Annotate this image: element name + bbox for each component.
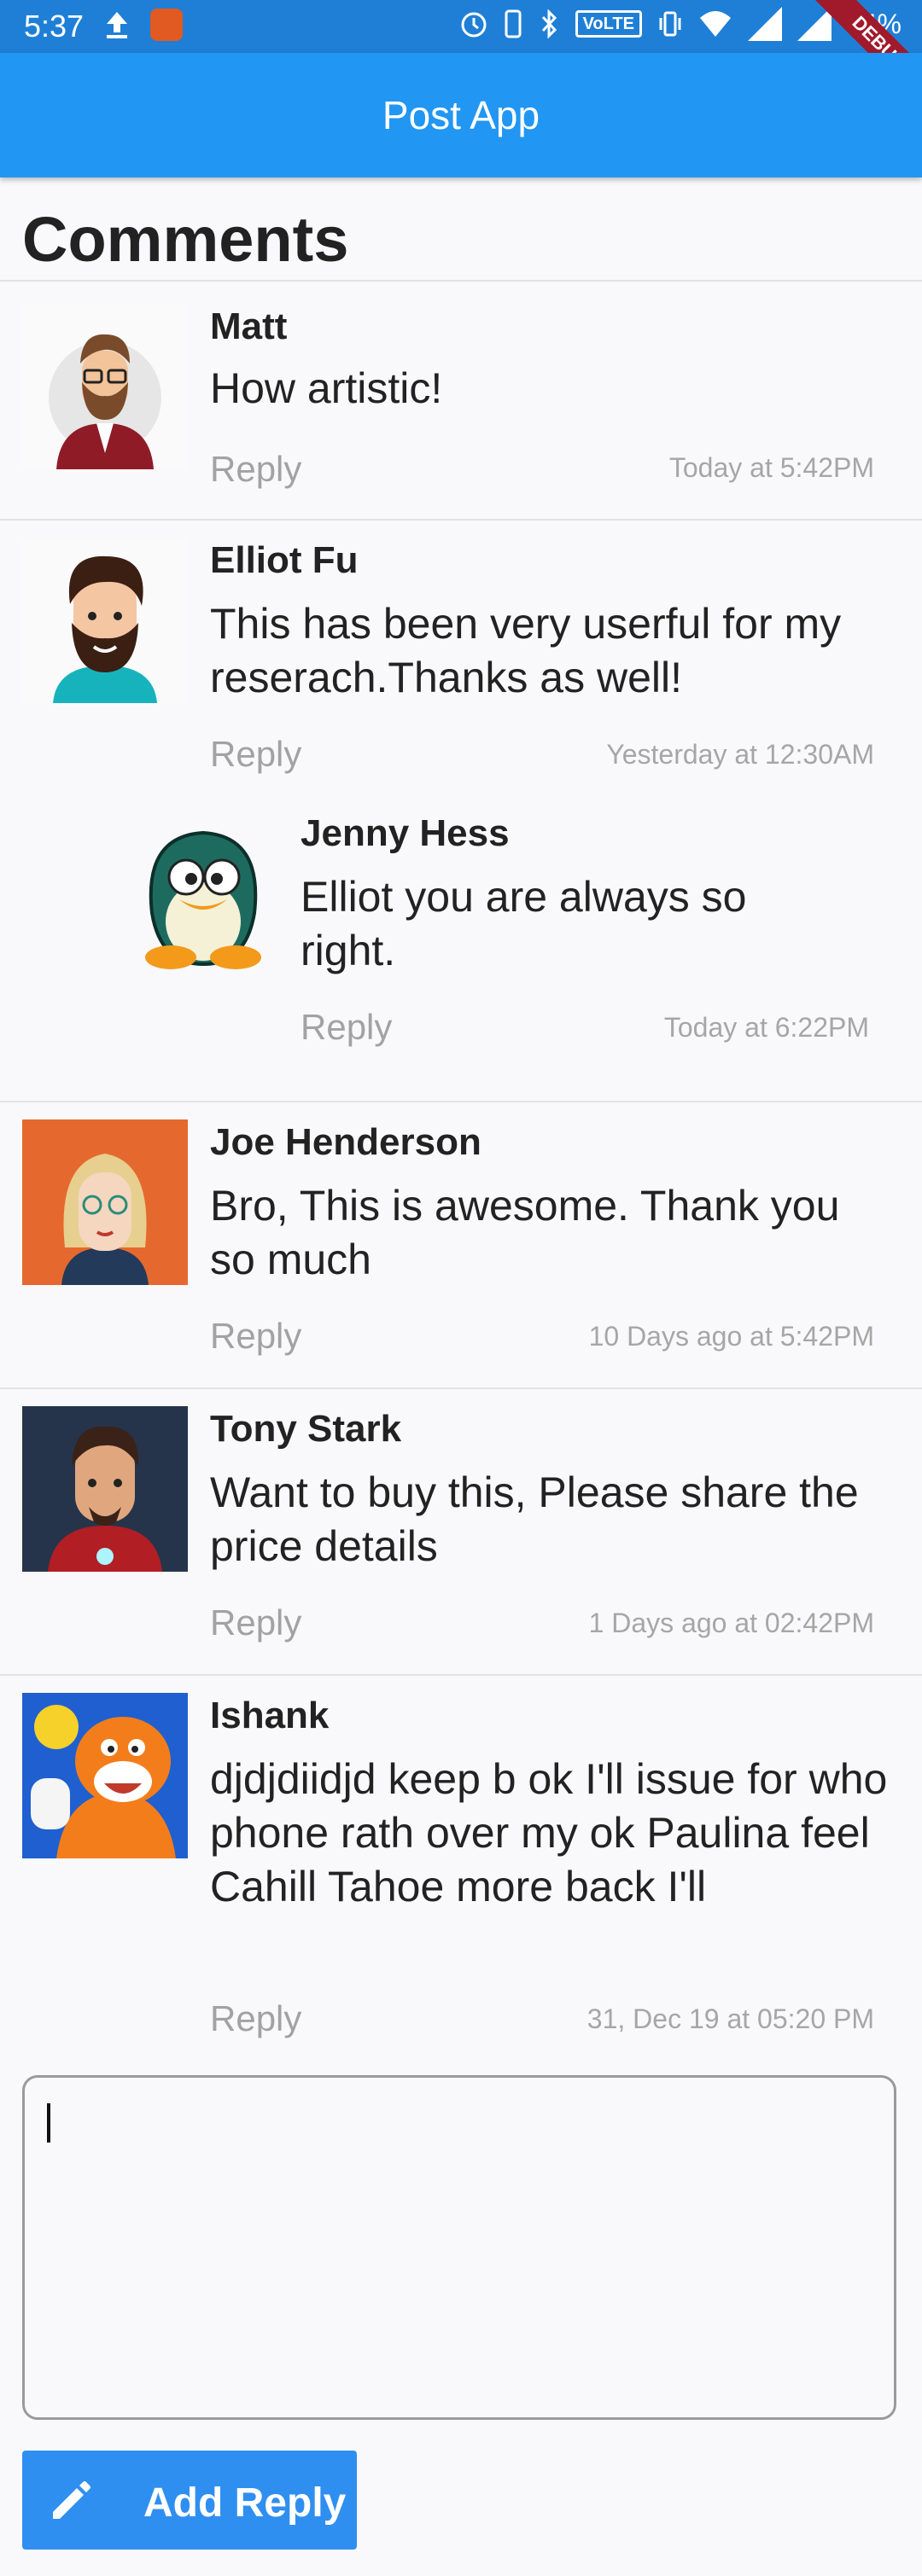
avatar bbox=[22, 1693, 188, 1858]
comment-text: This has been very userful for my resera… bbox=[210, 600, 842, 701]
commenter-name: Tony Stark bbox=[210, 1408, 402, 1450]
comment-timestamp: Today at 6:22PM bbox=[663, 1012, 869, 1043]
comment-timestamp: Yesterday at 12:30AM bbox=[606, 739, 874, 770]
commenter-name: Jenny Hess bbox=[301, 812, 510, 854]
upload-icon bbox=[107, 12, 127, 38]
comment-timestamp: 1 Days ago at 02:42PM bbox=[588, 1608, 874, 1638]
reply-link[interactable]: Reply bbox=[210, 449, 301, 490]
comment-text: Bro, This is awesome. Thank you so much bbox=[210, 1182, 840, 1283]
commenter-name: Matt bbox=[210, 305, 288, 347]
divider bbox=[0, 1387, 922, 1389]
comment-text: djdjdiidjd keep b ok I'll issue for who … bbox=[210, 1755, 888, 1910]
avatar bbox=[22, 538, 188, 703]
commenter-name: Ishank bbox=[210, 1695, 330, 1736]
commenter-name: Elliot Fu bbox=[210, 539, 359, 581]
reply-textarea[interactable] bbox=[22, 2075, 896, 2420]
volte-badge: VoLTE bbox=[575, 10, 642, 38]
add-reply-label: Add Reply bbox=[143, 2480, 347, 2526]
comment-text: Want to buy this, Please share the price… bbox=[210, 1468, 859, 1570]
signal-icon-2 bbox=[797, 7, 832, 41]
reply-link[interactable]: Reply bbox=[301, 1007, 392, 1048]
avatar bbox=[22, 304, 188, 469]
bearded-man-avatar-icon bbox=[49, 334, 161, 469]
penguin-avatar-icon bbox=[145, 830, 261, 969]
divider bbox=[0, 1674, 922, 1676]
status-time: 5:37 bbox=[24, 9, 85, 44]
reply-link[interactable]: Reply bbox=[210, 1998, 301, 2039]
bearded-man-avatar-icon bbox=[53, 555, 157, 703]
vibrate-phone-icon bbox=[505, 9, 522, 38]
woman-avatar-icon bbox=[61, 1154, 149, 1285]
wifi-icon bbox=[699, 11, 731, 37]
avatar bbox=[22, 1119, 188, 1285]
pencil-icon bbox=[53, 2481, 90, 2519]
signal-icon bbox=[747, 7, 782, 41]
avatar bbox=[118, 811, 283, 976]
bluetooth-icon bbox=[541, 9, 557, 38]
divider bbox=[0, 519, 922, 520]
comment-text: Elliot you are always so right. bbox=[301, 873, 747, 974]
divider bbox=[0, 1101, 922, 1102]
add-reply-button[interactable]: Add Reply bbox=[22, 2451, 357, 2550]
commenter-name: Joe Henderson bbox=[210, 1121, 481, 1163]
tiger-avatar-icon bbox=[31, 1705, 176, 1858]
app-bar: Post App bbox=[0, 53, 922, 177]
status-bar: 5:37 VoLTE 74% bbox=[0, 0, 922, 53]
iron-man-avatar-icon bbox=[48, 1426, 162, 1572]
notification-app-icon bbox=[150, 9, 183, 41]
divider bbox=[0, 280, 922, 282]
page-title: Comments bbox=[22, 204, 349, 275]
alarm-icon bbox=[461, 12, 487, 38]
comment-timestamp: 10 Days ago at 5:42PM bbox=[588, 1321, 874, 1352]
reply-link[interactable]: Reply bbox=[210, 1316, 301, 1357]
app-title: Post App bbox=[382, 93, 540, 137]
reply-link[interactable]: Reply bbox=[210, 1602, 301, 1643]
comment-text: How artistic! bbox=[210, 364, 443, 412]
avatar bbox=[22, 1406, 188, 1572]
comment-timestamp: Today at 5:42PM bbox=[668, 452, 874, 483]
vibration-icon bbox=[659, 11, 681, 37]
comment-timestamp: 31, Dec 19 at 05:20 PM bbox=[586, 2003, 874, 2034]
text-cursor bbox=[47, 2103, 50, 2143]
reply-link[interactable]: Reply bbox=[210, 734, 301, 775]
